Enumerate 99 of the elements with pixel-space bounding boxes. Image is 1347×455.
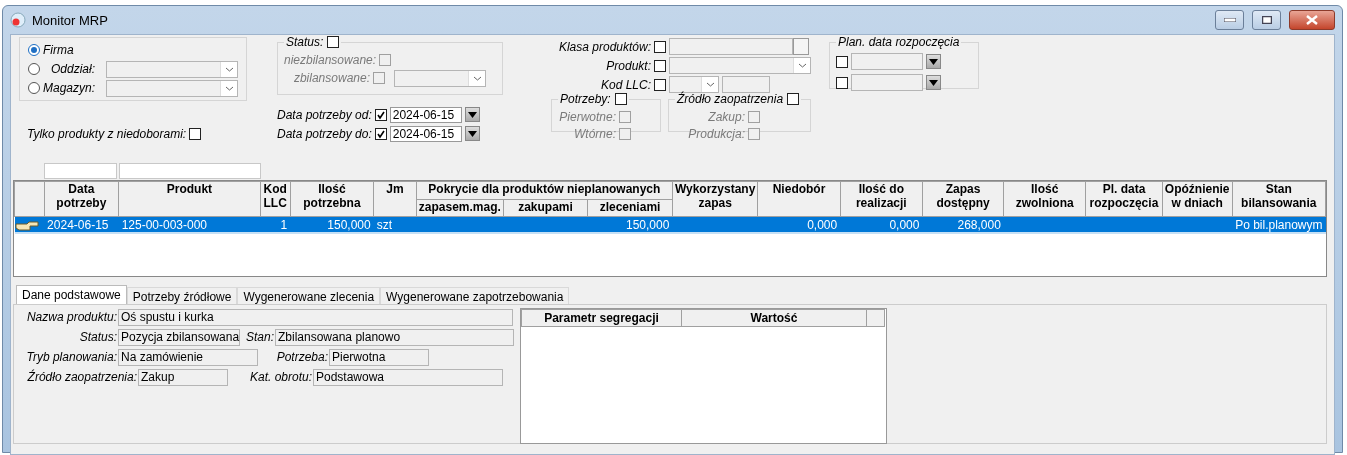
radio-button[interactable] <box>28 63 40 75</box>
filter-field[interactable] <box>119 163 261 179</box>
chevron-down-icon <box>472 75 482 81</box>
dropdown-button[interactable] <box>464 126 480 141</box>
column-header[interactable]: Kod LLC <box>260 181 291 217</box>
column-header[interactable]: Wykorzystany zapas <box>672 181 758 217</box>
table-row[interactable]: 2024-06-15 125-00-003-000 1 150,000 szt 150,000 0,000 0,000 268,000 Po bil.planowym <box>14 216 1326 233</box>
column-header[interactable]: Pl. data rozpoczęcia <box>1085 181 1163 217</box>
checkbox[interactable] <box>327 36 340 48</box>
value-field[interactable]: Podstawowa <box>313 368 503 386</box>
column-header[interactable]: Produkt <box>118 181 261 217</box>
field-label: Produkt: <box>605 58 651 73</box>
triangle-down-icon <box>929 79 938 86</box>
field-label: Potrzeba: <box>275 350 328 364</box>
picker-button[interactable] <box>793 38 809 55</box>
field-label: Potrzeby: <box>560 92 611 106</box>
radio-button[interactable] <box>28 44 40 56</box>
minimize-button[interactable] <box>1215 10 1244 30</box>
triangle-down-icon <box>467 111 477 118</box>
date-field[interactable] <box>851 53 923 70</box>
checkbox[interactable] <box>836 76 848 89</box>
checkbox[interactable] <box>836 55 848 68</box>
field-label: Produkcja: <box>687 126 745 141</box>
triangle-down-icon <box>467 130 477 137</box>
field-label: Wtórne: <box>573 126 616 141</box>
column-header[interactable]: Parametr segregacji <box>521 309 682 327</box>
field-label: Data potrzeby od: <box>277 107 372 122</box>
column-header[interactable]: Data potrzeby <box>44 181 119 217</box>
field-label: Status: <box>78 330 117 344</box>
chevron-down-icon <box>705 82 715 87</box>
chevron-down-icon <box>797 63 807 68</box>
value-field[interactable]: Zbilansowana planowo <box>275 328 514 346</box>
checkbox[interactable] <box>654 78 666 91</box>
triangle-down-icon <box>929 58 938 65</box>
field-label: zbilansowane: <box>292 71 370 85</box>
column-header[interactable]: Ilość potrzebna <box>290 181 374 217</box>
column-header[interactable]: Jm <box>373 181 417 217</box>
checkbox[interactable] <box>654 40 666 53</box>
maximize-icon <box>1261 16 1272 24</box>
column-header[interactable]: Ilość zwolniona <box>1003 181 1086 217</box>
column-header[interactable]: Pokrycie dla produktów nieplanowanych <box>416 181 673 199</box>
field-label: Oddział: <box>49 62 95 76</box>
checkbox[interactable] <box>374 108 387 121</box>
checkbox[interactable] <box>654 59 666 72</box>
input-field[interactable] <box>722 76 770 93</box>
pointing-hand-icon <box>15 221 38 230</box>
field-label: Data potrzeby do: <box>277 126 372 141</box>
value-field[interactable]: Pierwotna <box>329 348 429 366</box>
field-label: Tylko produkty z niedoborami: <box>27 127 187 141</box>
value-field[interactable]: Na zamówienie <box>118 348 258 366</box>
column-header[interactable]: Niedobór <box>757 181 841 217</box>
field-label: Plan. data rozpoczęcia <box>838 35 960 49</box>
value-field[interactable]: Pozycja zbilansowana <box>118 328 240 346</box>
column-header[interactable]: Zapas dostępny <box>922 181 1004 217</box>
field-label: Źródło zaopatrzenia: <box>26 370 137 384</box>
column-header[interactable]: Stan bilansowania <box>1232 181 1326 217</box>
input-field[interactable] <box>669 38 793 55</box>
field-label: Źródło zaopatrzenia <box>677 92 784 106</box>
tab[interactable]: Potrzeby źródłowe <box>126 287 238 304</box>
field-label: Klasa produktów: <box>557 39 651 54</box>
tab[interactable]: Wygenerowane zapotrzebowania <box>380 287 570 304</box>
checkbox[interactable] <box>374 127 387 140</box>
field-label: Status: <box>286 35 324 49</box>
app-icon <box>10 12 26 28</box>
column-header[interactable]: Wartość <box>681 309 867 327</box>
radio-button[interactable] <box>28 82 40 94</box>
field-label: Magazyn: <box>43 81 96 95</box>
field-label: Nazwa produktu: <box>25 310 117 324</box>
column-header[interactable]: Ilość do realizacji <box>840 181 923 217</box>
filter-field[interactable] <box>44 163 117 179</box>
checkbox[interactable] <box>787 93 800 105</box>
checkbox[interactable] <box>614 93 627 105</box>
column-header[interactable]: Opóźnienie w dniach <box>1162 181 1233 217</box>
field-label: Zakup: <box>707 109 745 124</box>
date-field[interactable]: 2024-06-15 <box>389 125 462 142</box>
value-field[interactable]: Zakup <box>138 368 228 386</box>
dropdown-button[interactable] <box>926 75 941 90</box>
field-label: Tryb planowania: <box>25 350 117 364</box>
chevron-down-icon <box>224 85 234 91</box>
tab[interactable]: Dane podstawowe <box>16 285 127 304</box>
window-title: Monitor MRP <box>32 12 109 28</box>
checkbox[interactable] <box>189 128 202 140</box>
maximize-button[interactable] <box>1252 10 1281 30</box>
dropdown-button[interactable] <box>464 107 480 122</box>
tab[interactable]: Wygenerowane zlecenia <box>237 287 381 304</box>
minimize-icon <box>1223 18 1236 22</box>
field-label: Pierwotne: <box>558 109 616 124</box>
value-field[interactable]: Oś spustu i kurka <box>118 308 513 326</box>
chevron-down-icon <box>224 66 234 72</box>
field-label: Kod LLC: <box>599 77 651 92</box>
date-field[interactable]: 2024-06-15 <box>389 106 462 123</box>
date-field[interactable] <box>851 74 923 91</box>
dropdown-button[interactable] <box>926 54 941 69</box>
close-icon <box>1306 15 1318 25</box>
field-label: Stan: <box>244 330 274 344</box>
field-label: niezbilansowane: <box>284 53 377 67</box>
field-label: Kat. obrotu: <box>248 370 312 384</box>
close-button[interactable] <box>1289 10 1335 30</box>
field-label: Firma <box>43 43 74 57</box>
